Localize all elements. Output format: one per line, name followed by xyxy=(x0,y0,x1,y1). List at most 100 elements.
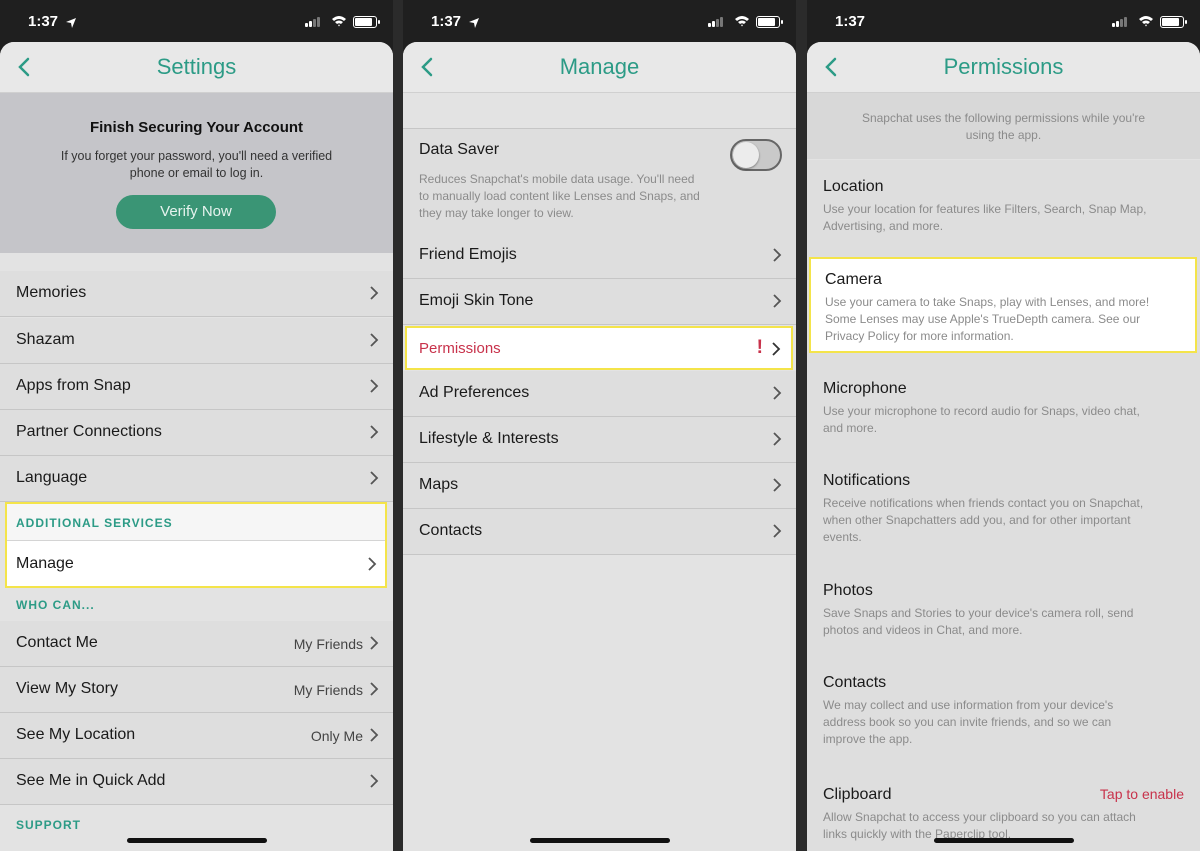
chevron-right-icon xyxy=(370,636,379,650)
banner-title: Finish Securing Your Account xyxy=(89,119,304,136)
chevron-right-icon xyxy=(370,425,379,439)
chevron-right-icon xyxy=(773,478,782,492)
home-indicator xyxy=(126,838,267,843)
chevron-right-icon xyxy=(773,386,782,400)
tap-to-enable-link[interactable]: Tap to enable xyxy=(1100,786,1184,802)
signal-icon xyxy=(1112,16,1130,27)
permission-camera[interactable]: Camera Use your camera to take Snaps, pl… xyxy=(809,257,1197,353)
settings-item-contact-me[interactable]: Contact Me My Friends xyxy=(0,621,393,667)
settings-item-memories[interactable]: Memories xyxy=(0,271,393,317)
permission-title: Camera xyxy=(825,271,882,288)
permission-title: Location xyxy=(823,178,884,195)
manage-item-contacts[interactable]: Contacts xyxy=(403,509,796,555)
permission-desc: Save Snaps and Stories to your device's … xyxy=(823,606,1134,637)
status-time: 1:37 xyxy=(28,13,59,30)
item-label: Ad Preferences xyxy=(419,384,530,401)
status-bar: 1:37 xyxy=(0,0,393,42)
permission-location[interactable]: Location Use your location for features … xyxy=(807,160,1200,252)
phone-settings: 1:37 Settings Finish Securing Your Accou… xyxy=(0,0,393,851)
chevron-right-icon xyxy=(773,248,782,262)
manage-item-ad-preferences[interactable]: Ad Preferences xyxy=(403,371,796,417)
item-label: See Me in Quick Add xyxy=(16,772,166,789)
chevron-right-icon xyxy=(370,471,379,485)
item-value: My Friends xyxy=(293,636,363,652)
chevron-right-icon xyxy=(370,728,379,742)
data-saver-toggle[interactable] xyxy=(730,139,782,171)
nav-bar: Permissions xyxy=(807,42,1200,93)
settings-item-view-my-story[interactable]: View My Story My Friends xyxy=(0,667,393,713)
settings-item-language[interactable]: Language xyxy=(0,456,393,502)
section-additional-services: ADDITIONAL SERVICES xyxy=(16,516,173,530)
permission-title: Notifications xyxy=(823,472,911,489)
permission-microphone[interactable]: Microphone Use your microphone to record… xyxy=(807,360,1200,452)
settings-item-apps-from-snap[interactable]: Apps from Snap xyxy=(0,364,393,410)
item-value: My Friends xyxy=(293,682,363,698)
intro-line-1: Snapchat uses the following permissions … xyxy=(861,111,1146,125)
nav-bar: Manage xyxy=(403,42,796,93)
chevron-right-icon xyxy=(773,432,782,446)
status-bar: 1:37 xyxy=(403,0,796,42)
location-arrow-icon xyxy=(469,15,479,33)
manage-item-lifestyle-interests[interactable]: Lifestyle & Interests xyxy=(403,417,796,463)
wifi-icon xyxy=(1139,16,1153,27)
item-label: Language xyxy=(16,469,88,486)
data-saver-label: Data Saver xyxy=(419,141,500,158)
item-label: Apps from Snap xyxy=(16,377,131,394)
home-indicator xyxy=(933,838,1074,843)
chevron-right-icon xyxy=(368,557,377,571)
phone-manage: 1:37 Manage Data Saver Reduces Snapchat'… xyxy=(403,0,796,851)
item-label: Contact Me xyxy=(16,634,98,651)
manage-item-friend-emojis[interactable]: Friend Emojis xyxy=(403,233,796,279)
manage-item-maps[interactable]: Maps xyxy=(403,463,796,509)
settings-item-see-my-location[interactable]: See My Location Only Me xyxy=(0,713,393,759)
toggle-knob xyxy=(733,142,759,168)
item-label: Manage xyxy=(16,555,74,572)
chevron-right-icon xyxy=(773,294,782,308)
permission-title: Contacts xyxy=(823,674,887,691)
permissions-intro: Snapchat uses the following permissions … xyxy=(807,93,1200,159)
settings-item-shazam[interactable]: Shazam xyxy=(0,318,393,364)
item-label: See My Location xyxy=(16,726,136,743)
manage-highlight: ADDITIONAL SERVICES Manage xyxy=(5,502,387,588)
section-support: SUPPORT xyxy=(16,818,82,832)
nav-bar: Settings xyxy=(0,42,393,93)
settings-item-partner-connections[interactable]: Partner Connections xyxy=(0,410,393,456)
item-label: Maps xyxy=(419,476,459,493)
manage-item-permissions[interactable]: Permissions ! xyxy=(405,326,793,370)
manage-screen: Manage Data Saver Reduces Snapchat's mob… xyxy=(403,42,796,851)
item-label: Lifestyle & Interests xyxy=(419,430,559,447)
settings-item-quick-add[interactable]: See Me in Quick Add xyxy=(0,759,393,805)
battery-icon xyxy=(353,16,380,28)
data-saver-desc-1: Reduces Snapchat's mobile data usage. Yo… xyxy=(419,172,695,186)
data-saver-desc-3: they may take longer to view. xyxy=(419,206,574,220)
chevron-right-icon xyxy=(370,379,379,393)
settings-screen: Settings Finish Securing Your Account If… xyxy=(0,42,393,851)
manage-item-emoji-skin-tone[interactable]: Emoji Skin Tone xyxy=(403,279,796,325)
permission-title: Microphone xyxy=(823,380,907,397)
status-time: 1:37 xyxy=(431,13,462,30)
home-indicator xyxy=(529,838,670,843)
chevron-right-icon xyxy=(370,286,379,300)
location-arrow-icon xyxy=(66,15,76,33)
chevron-right-icon xyxy=(370,333,379,347)
permission-title: Clipboard xyxy=(823,786,892,803)
chevron-right-icon xyxy=(370,682,379,696)
page-title: Permissions xyxy=(943,54,1064,79)
banner-text-line-2: phone or email to log in. xyxy=(129,166,264,180)
permission-desc: Use your microphone to record audio for … xyxy=(823,404,1140,435)
settings-item-manage[interactable]: Manage xyxy=(7,541,385,586)
chevron-right-icon xyxy=(773,524,782,538)
permission-desc: Use your location for features like Filt… xyxy=(823,202,1147,233)
secure-account-banner: Finish Securing Your Account If you forg… xyxy=(0,93,393,253)
verify-now-button[interactable]: Verify Now xyxy=(116,195,276,229)
permission-notifications[interactable]: Notifications Receive notifications when… xyxy=(807,452,1200,562)
permission-photos[interactable]: Photos Save Snaps and Stories to your de… xyxy=(807,562,1200,654)
status-bar: 1:37 xyxy=(807,0,1200,42)
status-time: 1:37 xyxy=(835,13,866,30)
item-label: Partner Connections xyxy=(16,423,162,440)
section-who-can: WHO CAN... xyxy=(16,598,95,612)
permission-contacts[interactable]: Contacts We may collect and use informat… xyxy=(807,654,1200,764)
item-label: Shazam xyxy=(16,331,75,348)
item-label: View My Story xyxy=(16,680,118,697)
phone-permissions: 1:37 Permissions Snapchat uses the follo… xyxy=(807,0,1200,851)
